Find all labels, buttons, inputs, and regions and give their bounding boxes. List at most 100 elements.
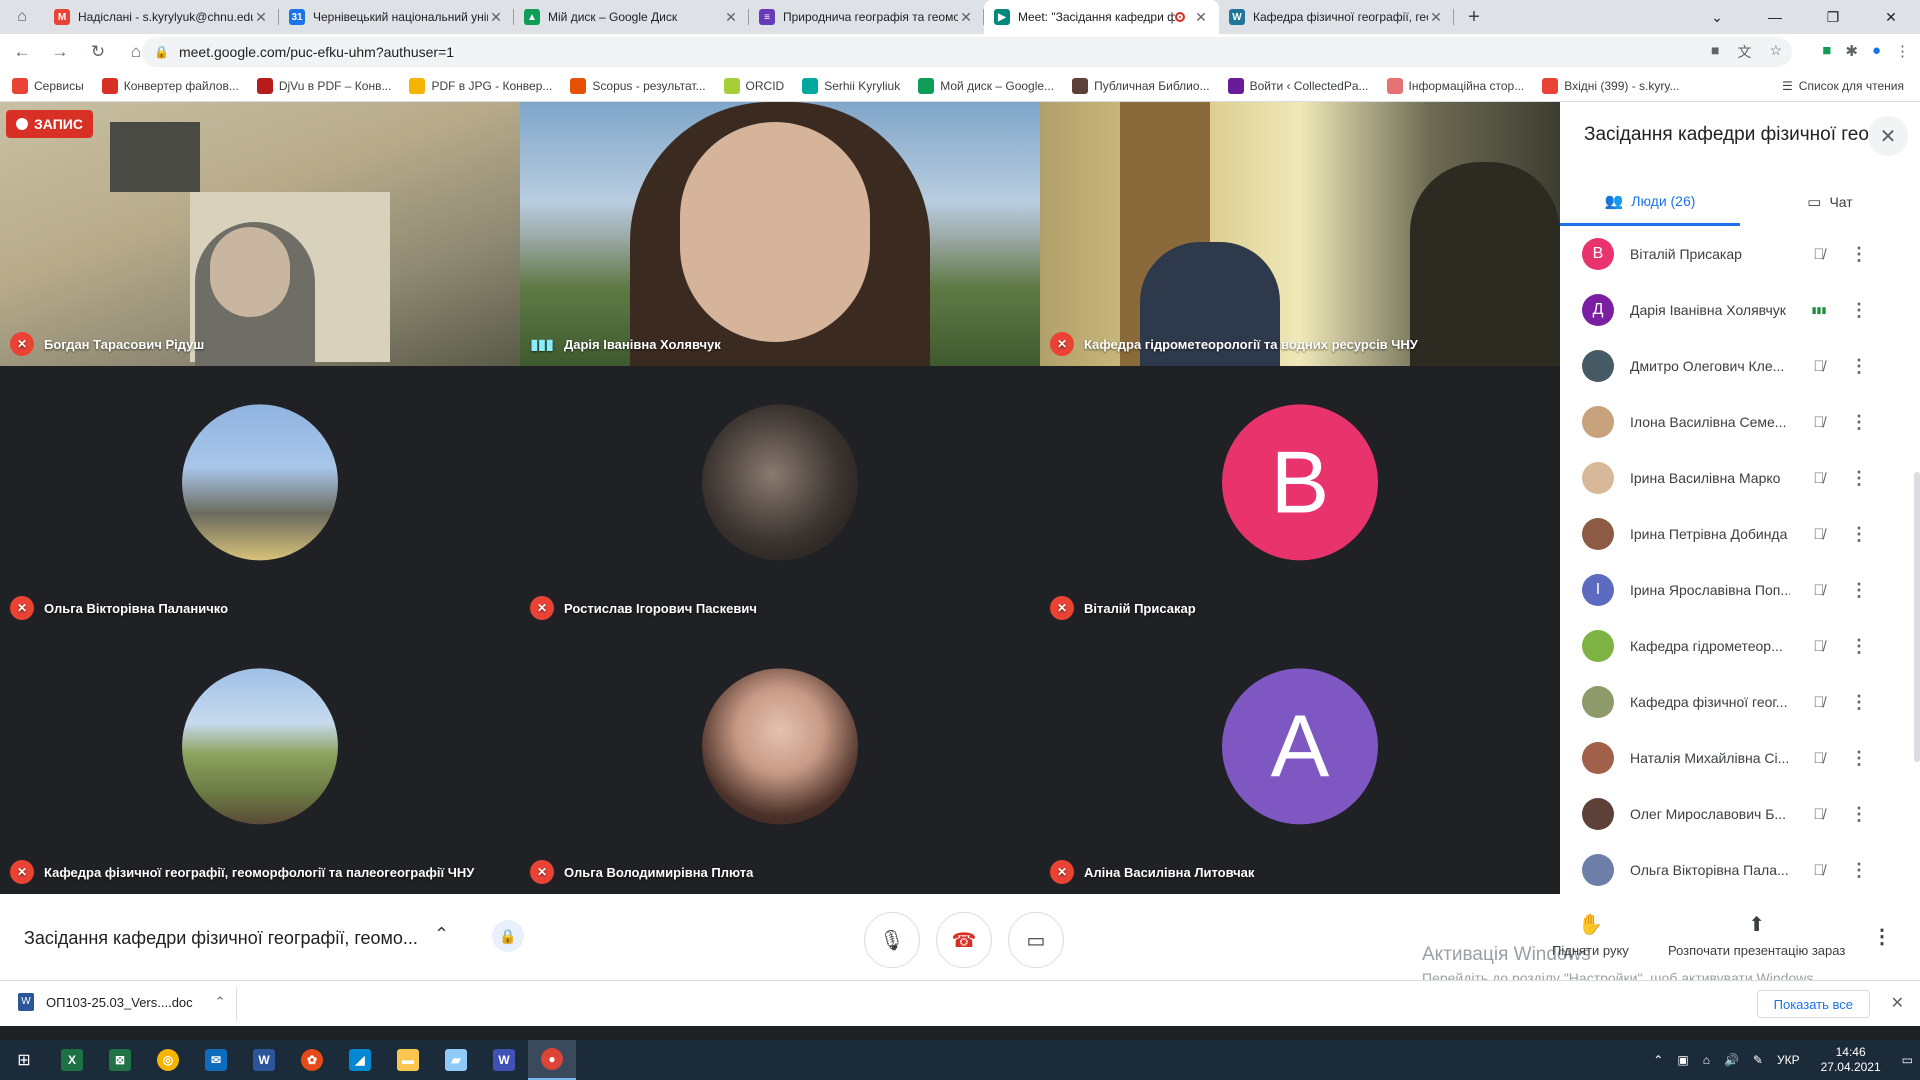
bookmark-item[interactable]: Інформаційна стор...: [1386, 77, 1524, 94]
mic-off-icon[interactable]: 🎙̸: [1794, 246, 1844, 263]
bookmark-item[interactable]: Serhii Kyryliuk: [802, 77, 900, 94]
pen-icon[interactable]: ✎: [1753, 1053, 1763, 1067]
close-panel-button[interactable]: ✕: [1868, 116, 1908, 156]
close-tab-icon[interactable]: ✕: [1428, 9, 1444, 26]
extension-icon[interactable]: ■: [1822, 42, 1831, 60]
start-button[interactable]: ⊞: [0, 1040, 48, 1080]
spreadsheet-app-icon[interactable]: ⊠: [96, 1040, 144, 1080]
bookmark-item[interactable]: ORCID: [723, 77, 784, 94]
tab-chat[interactable]: ▭ Чат: [1740, 178, 1920, 226]
mic-off-icon[interactable]: 🎙̸: [1794, 694, 1844, 711]
file-explorer-icon[interactable]: ▬: [384, 1040, 432, 1080]
download-item[interactable]: W ОП103-25.03_Vers....doc ⌃: [18, 993, 226, 1011]
participant-row[interactable]: Д Дарія Іванівна Холявчук ▮▮▮ ⋮: [1560, 282, 1912, 338]
profile-menu-icon[interactable]: ⌄: [1688, 9, 1746, 26]
more-options-icon[interactable]: ⋮: [1872, 924, 1892, 949]
chevron-up-icon[interactable]: ⌃: [215, 994, 226, 1010]
reading-list-button[interactable]: ☰ Список для чтения: [1782, 79, 1904, 93]
back-icon[interactable]: ←: [6, 42, 38, 62]
photo-app-icon[interactable]: ✿: [288, 1040, 336, 1080]
mic-off-icon[interactable]: 🎙̸: [1794, 582, 1844, 599]
camera-button[interactable]: ▭: [1008, 912, 1064, 968]
participant-more-icon[interactable]: ⋮: [1844, 468, 1874, 489]
close-downloads-icon[interactable]: ✕: [1891, 993, 1904, 1013]
participant-tile[interactable]: А ✕ Аліна Василівна Литовчак: [1040, 630, 1560, 894]
bookmark-item[interactable]: Публичная Библио...: [1072, 77, 1210, 94]
bookmark-item[interactable]: PDF в JPG - Конвер...: [409, 77, 552, 94]
participant-row[interactable]: Дмитро Олегович Кле... 🎙̸ ⋮: [1560, 338, 1912, 394]
participant-row[interactable]: Наталія Михайлівна Сі... 🎙̸ ⋮: [1560, 730, 1912, 786]
raise-hand-button[interactable]: ✋ Підняти руку: [1552, 912, 1629, 958]
notifications-icon[interactable]: ▭: [1902, 1053, 1913, 1067]
mic-off-icon[interactable]: 🎙̸: [1794, 414, 1844, 431]
outlook-icon[interactable]: ✉: [192, 1040, 240, 1080]
participant-tile[interactable]: ✕ Ольга Володимирівна Плюта: [520, 630, 1040, 894]
participant-more-icon[interactable]: ⋮: [1844, 804, 1874, 825]
minimize-icon[interactable]: —: [1746, 9, 1804, 25]
participant-list-scrollbar[interactable]: [1914, 472, 1920, 762]
browser-app-icon[interactable]: ◎: [144, 1040, 192, 1080]
tab-search-icon[interactable]: ⌂: [0, 0, 44, 34]
participant-row[interactable]: Ірина Петрівна Добинда 🎙̸ ⋮: [1560, 506, 1912, 562]
bookmark-item[interactable]: Конвертер файлов...: [101, 77, 239, 94]
speaking-indicator-icon[interactable]: ▮▮▮: [1794, 305, 1844, 316]
browser-menu-icon[interactable]: ⋮: [1895, 42, 1910, 60]
microphone-button[interactable]: 🎙: [864, 912, 920, 968]
bookmark-item[interactable]: Scopus - результат...: [570, 77, 706, 94]
participant-row[interactable]: Кафедра гідрометеор... 🎙̸ ⋮: [1560, 618, 1912, 674]
participant-more-icon[interactable]: ⋮: [1844, 412, 1874, 433]
tab-people[interactable]: 👥 Люди (26): [1560, 178, 1740, 226]
browser-tab[interactable]: W Кафедра фізичної географії, геоморфолог…: [1219, 0, 1454, 34]
camera-in-use-icon[interactable]: ■: [1711, 42, 1719, 62]
new-tab-button[interactable]: +: [1454, 0, 1494, 34]
host-controls-shield-icon[interactable]: 🔒: [492, 920, 524, 952]
bookmark-item[interactable]: DjVu в PDF – Конв...: [256, 77, 391, 94]
camera-tray-icon[interactable]: ▣: [1677, 1053, 1688, 1067]
bookmark-star-icon[interactable]: ☆: [1769, 42, 1782, 62]
notes-app-icon[interactable]: ▰: [432, 1040, 480, 1080]
address-bar[interactable]: 🔒 meet.google.com/puc-efku-uhm?authuser=…: [142, 37, 1792, 67]
browser-tab[interactable]: ▶ Meet: "Засідання кафедри фізичної ✕: [984, 0, 1219, 34]
mic-off-icon[interactable]: 🎙̸: [1794, 526, 1844, 543]
participant-tile[interactable]: ✕ Ростислав Ігорович Паскевич: [520, 366, 1040, 630]
participant-more-icon[interactable]: ⋮: [1844, 300, 1874, 321]
participant-more-icon[interactable]: ⋮: [1844, 244, 1874, 265]
mic-off-icon[interactable]: 🎙̸: [1794, 806, 1844, 823]
video-tile[interactable]: ✕ Богдан Тарасович Рідуш: [0, 102, 520, 366]
bookmark-item[interactable]: Войти ‹ CollectedPa...: [1227, 77, 1369, 94]
translate-icon[interactable]: 文: [1737, 42, 1751, 62]
participant-row[interactable]: В Віталій Присакар 🎙̸ ⋮: [1560, 226, 1912, 282]
browser-tab[interactable]: 31 Чернівецький національний університет✕: [279, 0, 514, 34]
video-tile[interactable]: ✕ Кафедра гідрометеорології та водних рес…: [1040, 102, 1560, 366]
excel-icon[interactable]: X: [48, 1040, 96, 1080]
close-tab-icon[interactable]: ✕: [723, 9, 739, 26]
present-now-button[interactable]: ⬆ Розпочати презентацію зараз: [1668, 912, 1845, 958]
meeting-details-name[interactable]: Засідання кафедри фізичної географії, ге…: [24, 928, 418, 949]
mic-off-icon[interactable]: 🎙̸: [1794, 862, 1844, 879]
video-tile[interactable]: ▮▮▮ Дарія Іванівна Холявчук: [520, 102, 1040, 366]
leave-call-button[interactable]: ☎: [936, 912, 992, 968]
participant-row[interactable]: І Ірина Ярославівна Поп... 🎙̸ ⋮: [1560, 562, 1912, 618]
participant-more-icon[interactable]: ⋮: [1844, 356, 1874, 377]
participant-more-icon[interactable]: ⋮: [1844, 636, 1874, 657]
participant-tile[interactable]: ✕ Ольга Вікторівна Паланичко: [0, 366, 520, 630]
browser-tab[interactable]: ≡ Природнича географія та геоморфологія✕: [749, 0, 984, 34]
participant-more-icon[interactable]: ⋮: [1844, 524, 1874, 545]
close-tab-icon[interactable]: ✕: [488, 9, 504, 26]
mic-off-icon[interactable]: 🎙̸: [1794, 750, 1844, 767]
network-icon[interactable]: ⌂: [1703, 1053, 1710, 1067]
participant-row[interactable]: Кафедра фізичної геог... 🎙̸ ⋮: [1560, 674, 1912, 730]
language-indicator[interactable]: УКР: [1777, 1053, 1800, 1067]
chevron-up-icon[interactable]: ⌃: [434, 924, 449, 945]
show-all-downloads-button[interactable]: Показать все: [1756, 990, 1870, 1018]
close-tab-icon[interactable]: ✕: [253, 9, 269, 26]
profile-avatar-icon[interactable]: ●: [1872, 42, 1881, 60]
mic-off-icon[interactable]: 🎙̸: [1794, 638, 1844, 655]
close-window-icon[interactable]: ✕: [1862, 9, 1920, 26]
browser-tab[interactable]: M Надіслані - s.kyrylyuk@chnu.edu.ua✕: [44, 0, 279, 34]
close-tab-icon[interactable]: ✕: [1193, 9, 1209, 26]
document-app-icon[interactable]: W: [480, 1040, 528, 1080]
participant-row[interactable]: Ілона Василівна Семе... 🎙̸ ⋮: [1560, 394, 1912, 450]
lock-icon[interactable]: 🔒: [154, 45, 169, 59]
mic-off-icon[interactable]: 🎙̸: [1794, 470, 1844, 487]
